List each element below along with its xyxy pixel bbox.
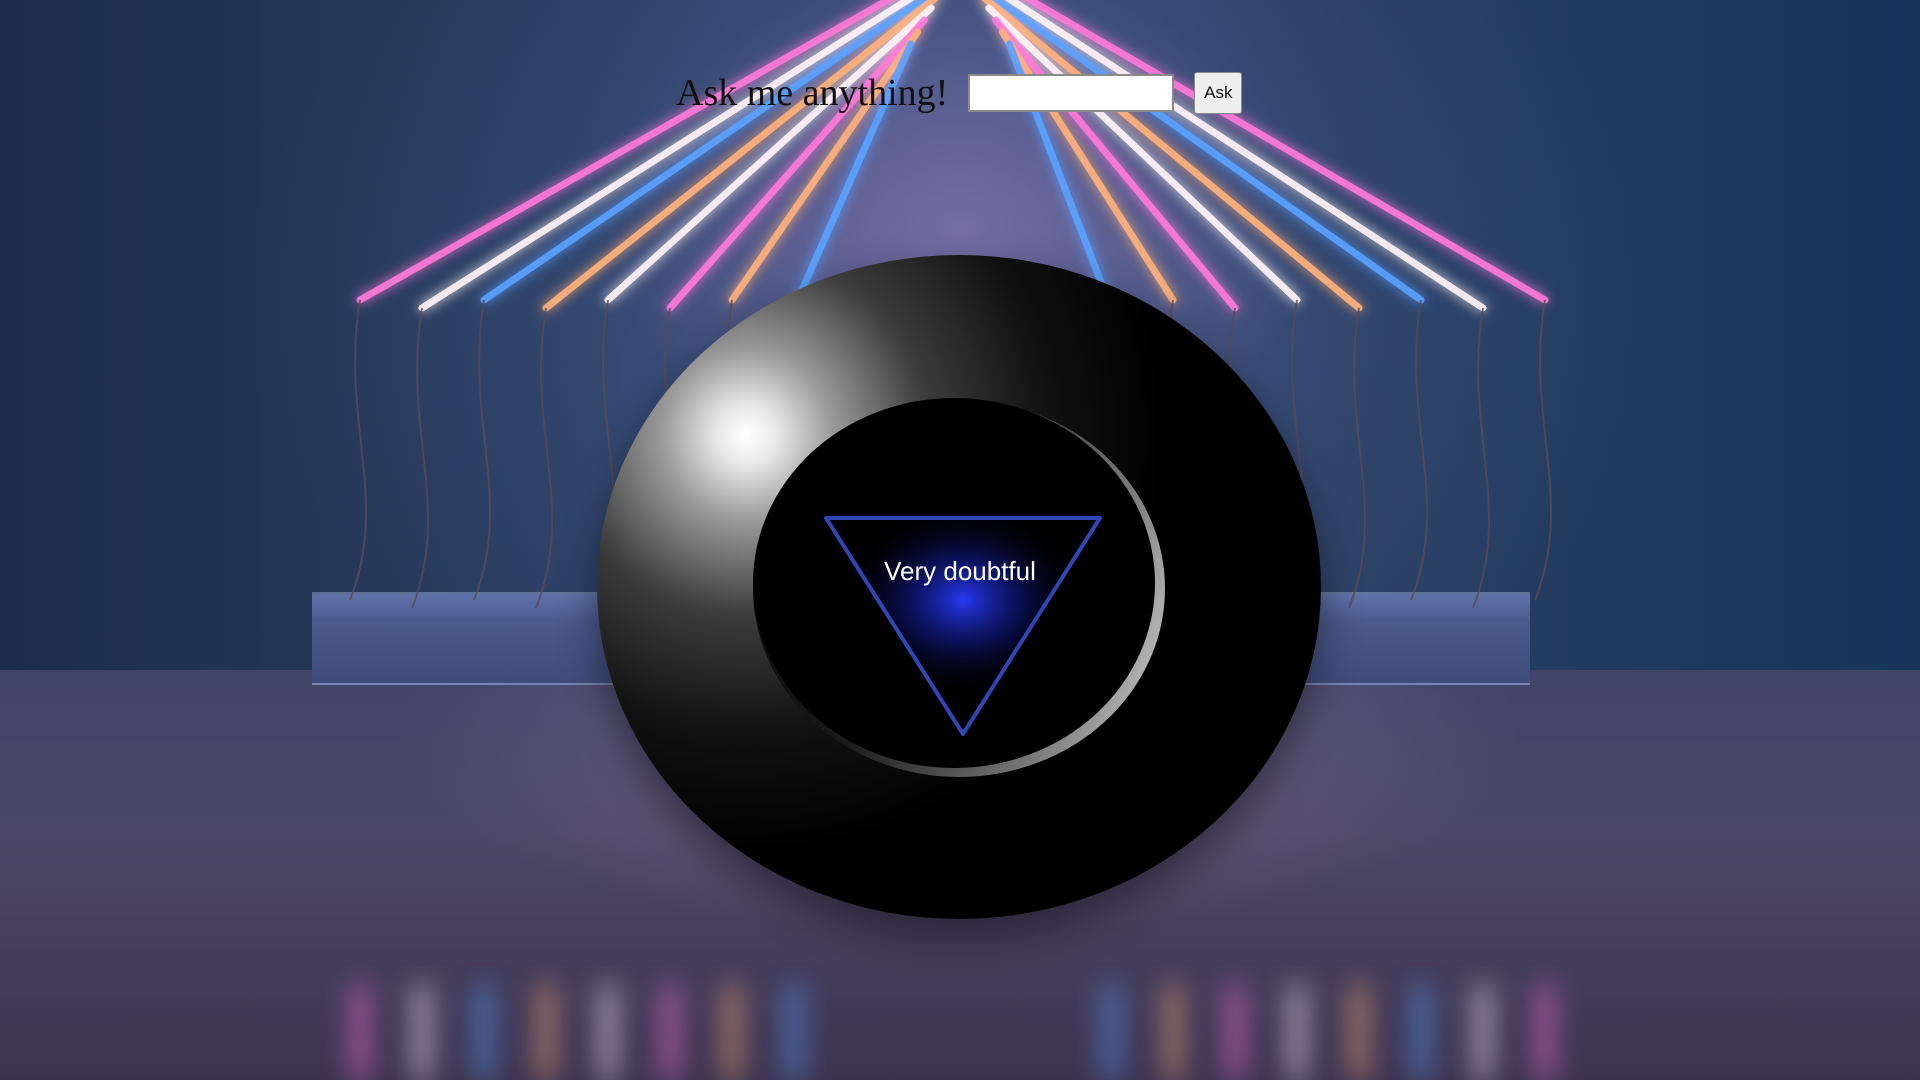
neon-reflection (354, 985, 366, 1080)
neon-reflection (788, 985, 800, 1080)
neon-reflection (664, 985, 676, 1080)
neon-reflection (1477, 985, 1489, 1080)
neon-tube (604, 4, 935, 304)
neon-wire (1348, 307, 1366, 609)
question-form: Ask me anything! Ask (676, 72, 1243, 114)
neon-reflection (1167, 985, 1179, 1080)
neon-reflection (1539, 985, 1551, 1080)
neon-wire (1534, 299, 1552, 601)
page: Ask me anything! Ask Very doubtful (0, 0, 1920, 1080)
neon-reflection (416, 985, 428, 1080)
neon-reflection (1415, 985, 1427, 1080)
ask-button[interactable]: Ask (1194, 72, 1243, 114)
neon-wire (349, 299, 367, 601)
neon-tube (542, 0, 939, 312)
answer-text: Very doubtful (884, 556, 1036, 586)
neon-wire (1410, 299, 1428, 601)
neon-reflection (726, 985, 738, 1080)
neon-wire (411, 307, 429, 609)
question-input[interactable] (968, 74, 1175, 112)
neon-reflection (540, 985, 552, 1080)
neon-reflection (1105, 985, 1117, 1080)
neon-wire (473, 299, 491, 601)
neon-reflection (1353, 985, 1365, 1080)
prompt-label: Ask me anything! (676, 72, 949, 114)
neon-reflection (1229, 985, 1241, 1080)
neon-wire (1472, 307, 1490, 609)
neon-reflection (1291, 985, 1303, 1080)
neon-reflection (478, 985, 490, 1080)
neon-reflection (602, 985, 614, 1080)
neon-wire (535, 307, 553, 609)
neon-tube (981, 0, 1363, 312)
triangle-icon (824, 516, 1102, 736)
